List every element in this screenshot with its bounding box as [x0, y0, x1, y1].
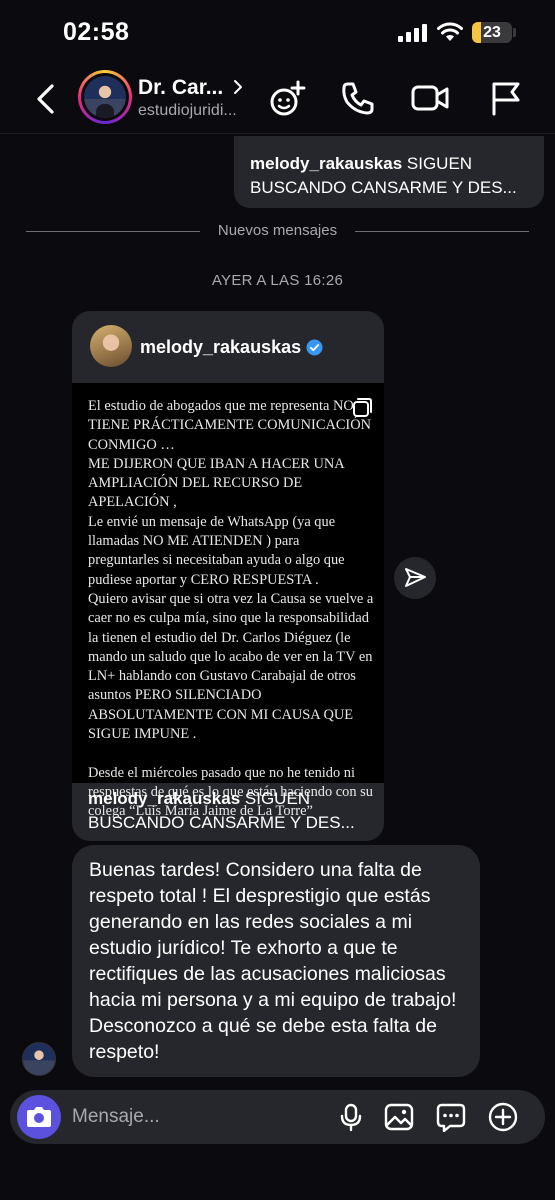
camera-icon — [27, 1107, 51, 1127]
status-time: 02:58 — [63, 18, 130, 46]
post-text-image: El estudio de abogados que me representa… — [72, 383, 384, 819]
flag-icon[interactable] — [486, 78, 526, 118]
contact-avatar[interactable] — [78, 70, 132, 124]
previous-message-preview[interactable]: melody_rakauskas SIGUEN BUSCANDO CANSARM… — [234, 136, 544, 208]
new-messages-divider: Nuevos mensajes — [26, 222, 529, 242]
chat-header: Dr. Car... estudiojuridi... — [0, 64, 555, 134]
microphone-icon[interactable] — [336, 1102, 366, 1132]
contact-username: estudiojuridi... — [138, 102, 237, 119]
chevron-right-icon[interactable] — [232, 78, 244, 96]
message-input[interactable] — [72, 1102, 322, 1132]
post-header: melody_rakauskas — [72, 311, 384, 383]
sender-avatar[interactable] — [22, 1042, 56, 1076]
caption-username: melody_rakauskas — [88, 789, 241, 808]
video-call-icon[interactable] — [410, 78, 450, 118]
verified-badge-icon — [306, 339, 323, 356]
avatar-photo — [84, 76, 126, 118]
wifi-icon — [437, 22, 463, 41]
multiple-photos-icon — [353, 398, 372, 417]
post-author-username: melody_rakauskas — [140, 337, 302, 357]
phone-call-icon[interactable] — [338, 78, 378, 118]
effects-icon[interactable] — [268, 78, 308, 118]
back-arrow-icon[interactable] — [32, 82, 60, 116]
snippet-username: melody_rakauskas — [250, 154, 403, 173]
share-button[interactable] — [394, 557, 436, 599]
message-bubble[interactable]: Buenas tardes! Considero una falta de re… — [72, 845, 480, 1077]
battery-tip — [513, 28, 516, 37]
sticker-icon[interactable] — [436, 1102, 466, 1132]
battery-indicator: 23 — [472, 22, 512, 43]
cellular-signal-icon — [398, 24, 427, 42]
status-bar: 02:58 23 — [0, 0, 555, 64]
message-timestamp: AYER A LAS 16:26 — [211, 272, 344, 289]
gallery-icon[interactable] — [384, 1102, 414, 1132]
contact-name[interactable]: Dr. Car... — [138, 76, 223, 100]
post-caption: melody_rakauskas SIGUEN BUSCANDO CANSARM… — [88, 787, 378, 835]
send-icon — [405, 568, 426, 587]
shared-post[interactable]: melody_rakauskas El estudio de abogados … — [72, 311, 384, 841]
camera-button[interactable] — [17, 1095, 61, 1139]
battery-level: 23 — [483, 24, 501, 41]
post-author-avatar — [90, 325, 132, 367]
message-composer — [10, 1090, 545, 1144]
add-icon[interactable] — [488, 1102, 518, 1132]
